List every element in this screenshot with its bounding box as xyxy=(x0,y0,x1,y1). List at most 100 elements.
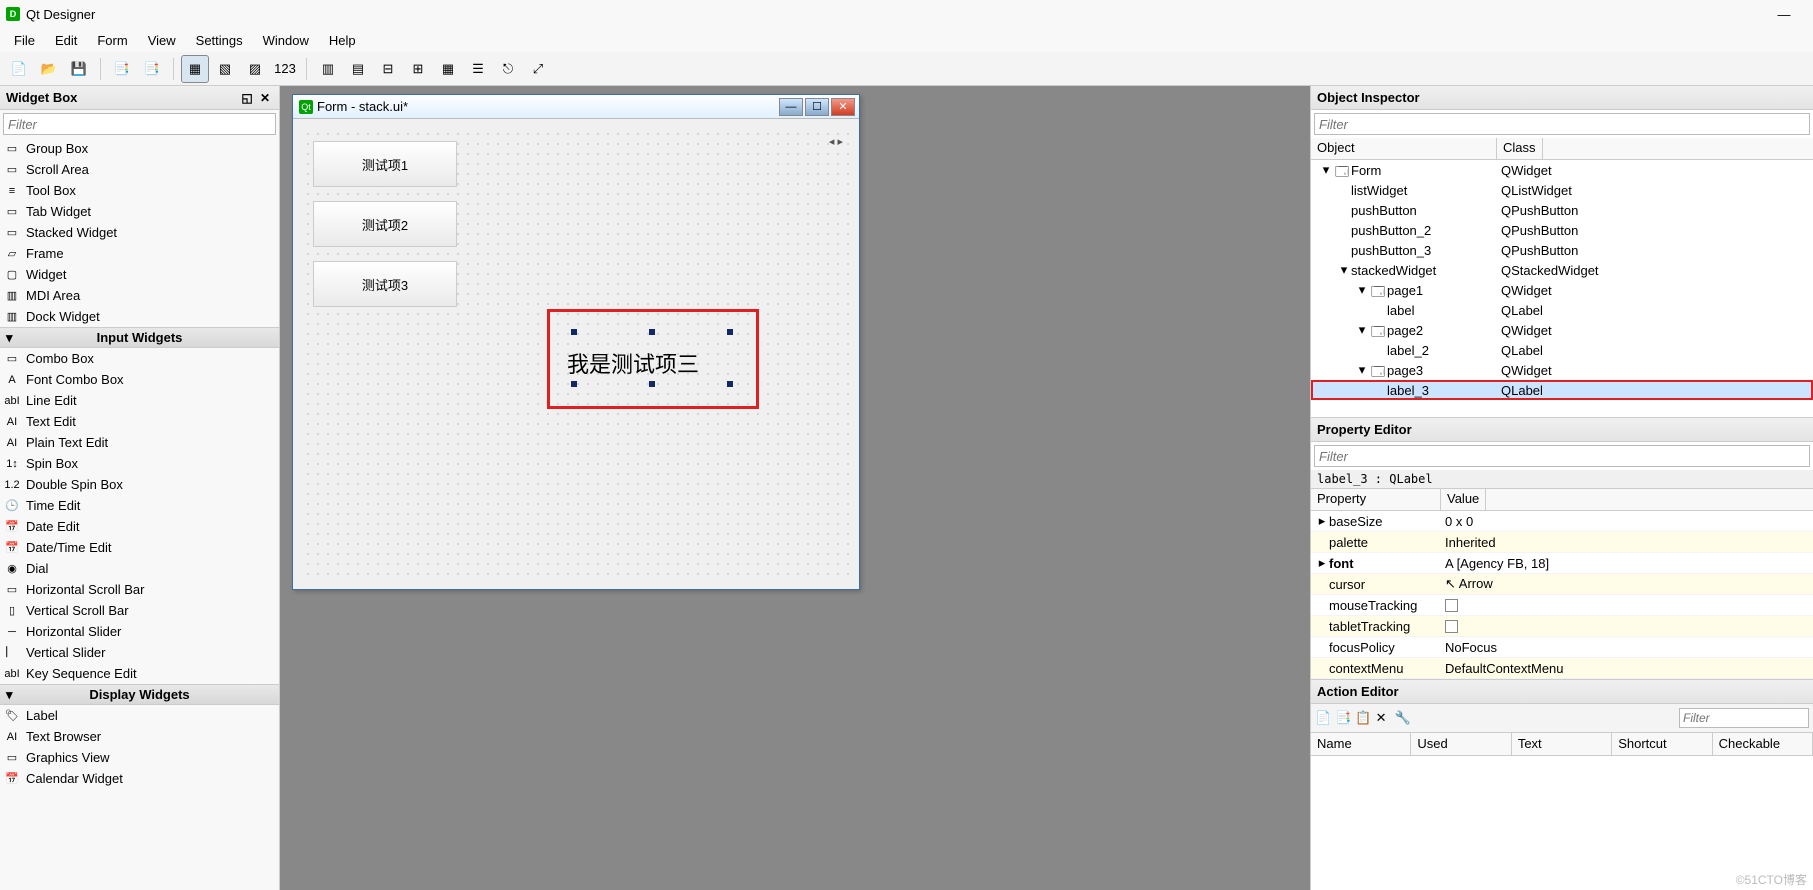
widget-item[interactable]: abILine Edit xyxy=(0,390,279,411)
widget-item[interactable]: ▢Widget xyxy=(0,264,279,285)
tb-layout-grid[interactable]: ▦ xyxy=(435,56,461,82)
stacked-nav-arrows[interactable]: ◂ ▸ xyxy=(829,135,843,148)
widget-item[interactable]: 🏷Label xyxy=(0,705,279,726)
action-editor-columns[interactable]: Name Used Text Shortcut Checkable xyxy=(1311,732,1813,756)
form-titlebar[interactable]: Qt Form - stack.ui* — ☐ ✕ xyxy=(293,95,859,119)
object-tree-row[interactable]: ▾🗔FormQWidget xyxy=(1311,160,1813,180)
tb-send-back[interactable] xyxy=(109,56,135,82)
widget-item[interactable]: 📅Date/Time Edit xyxy=(0,537,279,558)
object-tree-row[interactable]: pushButton_2QPushButton xyxy=(1311,220,1813,240)
form-maximize-button[interactable]: ☐ xyxy=(805,98,829,116)
widget-item[interactable]: AFont Combo Box xyxy=(0,369,279,390)
widget-item[interactable]: ▭Group Box xyxy=(0,138,279,159)
widget-item[interactable]: ◉Dial xyxy=(0,558,279,579)
tb-layout-vsplit[interactable]: ⊞ xyxy=(405,56,431,82)
tb-open[interactable] xyxy=(36,56,62,82)
widget-item[interactable]: ▯Vertical Scroll Bar xyxy=(0,600,279,621)
menu-settings[interactable]: Settings xyxy=(186,31,253,50)
menu-file[interactable]: File xyxy=(4,31,45,50)
object-tree-row[interactable]: labelQLabel xyxy=(1311,300,1813,320)
expand-icon[interactable]: ▸ xyxy=(1315,513,1329,529)
widget-item[interactable]: AIPlain Text Edit xyxy=(0,432,279,453)
widget-category[interactable]: ▾Input Widgets xyxy=(0,327,279,348)
object-tree-row[interactable]: listWidgetQListWidget xyxy=(1311,180,1813,200)
widget-item[interactable]: ⎸Vertical Slider xyxy=(0,642,279,663)
expand-icon[interactable]: ▾ xyxy=(1337,262,1351,278)
property-row[interactable]: mouseTracking xyxy=(1311,595,1813,616)
widget-item[interactable]: ─Horizontal Slider xyxy=(0,621,279,642)
tb-edit-buddies[interactable]: ▨ xyxy=(242,56,268,82)
checkbox[interactable] xyxy=(1445,620,1458,633)
widget-category[interactable]: ▾Display Widgets xyxy=(0,684,279,705)
object-tree-row[interactable]: ▾🗔page1QWidget xyxy=(1311,280,1813,300)
form-pushbutton-2[interactable]: 测试项2 xyxy=(313,201,457,247)
widget-item[interactable]: 1.2Double Spin Box xyxy=(0,474,279,495)
property-row[interactable]: paletteInherited xyxy=(1311,532,1813,553)
widget-item[interactable]: ▭Stacked Widget xyxy=(0,222,279,243)
object-tree-row[interactable]: ▾🗔page2QWidget xyxy=(1311,320,1813,340)
widget-item[interactable]: AIText Edit xyxy=(0,411,279,432)
tb-layout-hsplit[interactable]: ⊟ xyxy=(375,56,401,82)
tb-edit-signals[interactable]: ▧ xyxy=(212,56,238,82)
widget-item[interactable]: ▭Tab Widget xyxy=(0,201,279,222)
widget-item[interactable]: ▭Scroll Area xyxy=(0,159,279,180)
widget-item[interactable]: ▥MDI Area xyxy=(0,285,279,306)
object-tree-header[interactable]: Object Class xyxy=(1311,138,1813,160)
expand-icon[interactable]: ▾ xyxy=(1355,322,1369,338)
widget-box-filter[interactable] xyxy=(3,113,276,135)
form-subwindow[interactable]: Qt Form - stack.ui* — ☐ ✕ ◂ ▸ 测试项1 测试项2 … xyxy=(292,94,860,590)
tb-save[interactable] xyxy=(66,56,92,82)
object-inspector-filter[interactable] xyxy=(1314,113,1810,135)
form-minimize-button[interactable]: — xyxy=(779,98,803,116)
form-pushbutton-3[interactable]: 测试项3 xyxy=(313,261,457,307)
mdi-area[interactable]: Qt Form - stack.ui* — ☐ ✕ ◂ ▸ 测试项1 测试项2 … xyxy=(280,86,1310,890)
object-tree-row[interactable]: pushButtonQPushButton xyxy=(1311,200,1813,220)
property-row[interactable]: contextMenuDefaultContextMenu xyxy=(1311,658,1813,679)
checkbox[interactable] xyxy=(1445,599,1458,612)
widget-item[interactable]: abIKey Sequence Edit xyxy=(0,663,279,684)
action-editor-filter[interactable] xyxy=(1679,708,1809,728)
widget-item[interactable]: 📅Date Edit xyxy=(0,516,279,537)
tb-layout-v[interactable]: ▤ xyxy=(345,56,371,82)
tb-adjust-size[interactable]: ⤢ xyxy=(525,56,551,82)
tb-edit-widgets[interactable]: ▦ xyxy=(182,56,208,82)
expand-icon[interactable]: ▸ xyxy=(1315,555,1329,571)
ae-new-action[interactable]: 📄 xyxy=(1315,710,1331,726)
tb-break-layout[interactable]: ⎋ xyxy=(495,56,521,82)
widget-item[interactable]: 🕒Time Edit xyxy=(0,495,279,516)
property-row[interactable]: ▸baseSize0 x 0 xyxy=(1311,511,1813,532)
dock-float-icon[interactable]: ◱ xyxy=(239,90,255,106)
property-row[interactable]: focusPolicyNoFocus xyxy=(1311,637,1813,658)
widget-item[interactable]: ▥Dock Widget xyxy=(0,306,279,327)
object-tree[interactable]: ▾🗔FormQWidgetlistWidgetQListWidgetpushBu… xyxy=(1311,160,1813,417)
tb-new[interactable] xyxy=(6,56,32,82)
expand-icon[interactable]: ▾ xyxy=(1319,162,1333,178)
property-row[interactable]: ▸fontA [Agency FB, 18] xyxy=(1311,553,1813,574)
property-table[interactable]: ▸baseSize0 x 0paletteInherited▸fontA [Ag… xyxy=(1311,511,1813,679)
tb-edit-taborder[interactable]: 123 xyxy=(272,56,298,82)
widget-item[interactable]: ▭Horizontal Scroll Bar xyxy=(0,579,279,600)
form-pushbutton-1[interactable]: 测试项1 xyxy=(313,141,457,187)
object-tree-row[interactable]: label_3QLabel xyxy=(1311,380,1813,400)
widget-item[interactable]: 📅Calendar Widget xyxy=(0,768,279,789)
menu-view[interactable]: View xyxy=(138,31,186,50)
widget-box-list[interactable]: ▭Group Box▭Scroll Area≡Tool Box▭Tab Widg… xyxy=(0,138,279,890)
expand-icon[interactable]: ▾ xyxy=(1355,282,1369,298)
menu-form[interactable]: Form xyxy=(87,31,137,50)
menu-edit[interactable]: Edit xyxy=(45,31,87,50)
widget-item[interactable]: ▱Frame xyxy=(0,243,279,264)
widget-item[interactable]: AIText Browser xyxy=(0,726,279,747)
form-close-button[interactable]: ✕ xyxy=(831,98,855,116)
property-row[interactable]: tabletTracking xyxy=(1311,616,1813,637)
widget-item[interactable]: 1↕Spin Box xyxy=(0,453,279,474)
expand-icon[interactable]: ▾ xyxy=(1355,362,1369,378)
tb-layout-form[interactable]: ☰ xyxy=(465,56,491,82)
widget-item[interactable]: ▭Graphics View xyxy=(0,747,279,768)
form-label-3[interactable]: 我是测试项三 xyxy=(567,347,699,379)
ae-copy-action[interactable]: 📑 xyxy=(1335,710,1351,726)
ae-delete-action[interactable]: ✕ xyxy=(1376,710,1387,726)
property-editor-filter[interactable] xyxy=(1314,445,1810,467)
dock-close-icon[interactable]: ✕ xyxy=(257,90,273,106)
tb-layout-h[interactable]: ▥ xyxy=(315,56,341,82)
menu-window[interactable]: Window xyxy=(253,31,319,50)
